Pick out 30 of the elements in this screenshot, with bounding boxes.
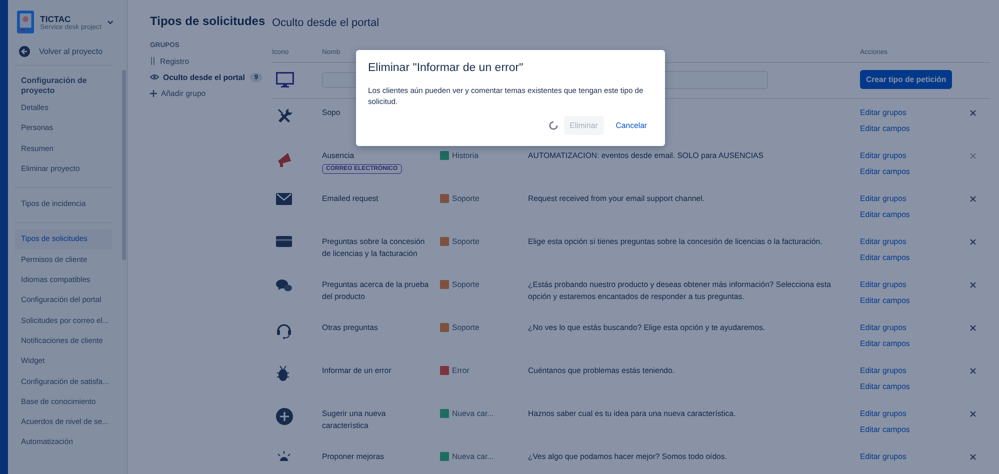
delete-icon[interactable]	[970, 282, 976, 288]
wrench-screwdriver-icon	[276, 107, 294, 125]
page-title: Tipos de solicitudes	[150, 14, 266, 28]
lightbulb-icon	[276, 451, 292, 461]
bug-icon	[276, 365, 290, 382]
group-title: Oculto desde el portal	[272, 17, 380, 29]
monitor-icon	[276, 72, 294, 88]
delete-icon[interactable]	[970, 411, 976, 417]
drag-handle-icon[interactable]	[150, 57, 156, 65]
section-heading: Configuración de proyecto	[20, 75, 88, 97]
delete-icon[interactable]	[970, 239, 976, 245]
dialog-title: Eliminar "Informar de un error"	[368, 62, 524, 74]
eye-icon	[150, 74, 159, 80]
credit-card-icon	[276, 236, 292, 247]
megaphone-icon	[276, 150, 294, 168]
delete-icon[interactable]	[970, 110, 976, 116]
delete-icon[interactable]	[970, 196, 976, 202]
chevron-down-icon[interactable]	[107, 20, 114, 24]
back-arrow-icon[interactable]	[19, 46, 30, 57]
back-link[interactable]: Volver al proyecto	[39, 47, 103, 56]
plus-icon[interactable]	[150, 90, 157, 96]
chat-bubbles-icon	[276, 279, 292, 293]
delete-icon[interactable]	[970, 325, 976, 331]
headset-icon	[276, 322, 292, 339]
delete-icon[interactable]	[970, 368, 976, 374]
project-avatar-icon	[17, 10, 34, 34]
project-name: TICTAC	[40, 14, 72, 24]
plus-circle-icon	[276, 408, 293, 425]
delete-icon[interactable]	[970, 454, 976, 460]
envelope-icon	[276, 193, 292, 205]
